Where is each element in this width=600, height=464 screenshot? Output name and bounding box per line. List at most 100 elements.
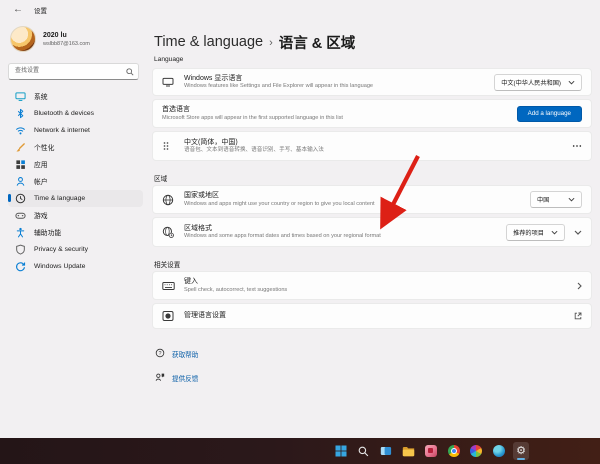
- shield-icon: [15, 244, 26, 255]
- more-options-icon[interactable]: [572, 144, 582, 148]
- regional-format-card: 区域格式 Windows and some apps format dates …: [152, 217, 592, 247]
- sidebar-item-label: Time & language: [34, 195, 85, 202]
- sidebar-item-label: 帐户: [34, 176, 48, 186]
- titlebar: ← 设置: [0, 0, 600, 20]
- update-arrows-icon: [15, 261, 26, 272]
- sidebar-item-label: Network & internet: [34, 127, 90, 134]
- display-language-select[interactable]: 中文(中华人民共和国): [494, 74, 582, 91]
- card-subtitle: Windows and some apps format dates and t…: [184, 233, 500, 240]
- installed-language-card: 中文(简体，中国) 语音包、文本到语音转换、语音识别、手写、基本输入法: [152, 131, 592, 161]
- feedback-icon: [155, 369, 165, 387]
- gamepad-icon: [15, 210, 26, 221]
- breadcrumb-separator-icon: ›: [269, 36, 273, 49]
- language-item-features: 语音包、文本到语音转换、语音识别、手写、基本输入法: [184, 147, 566, 154]
- display-language-card: Windows 显示语言 Windows features like Setti…: [152, 68, 592, 96]
- file-explorer-icon[interactable]: [401, 442, 417, 460]
- user-name: 2020 lu: [43, 31, 90, 41]
- sidebar-item-gaming[interactable]: 游戏: [8, 207, 143, 224]
- taskbar-icons: ⚙: [333, 442, 529, 460]
- sidebar-item-accessibility[interactable]: 辅助功能: [8, 224, 143, 241]
- sidebar-item-label: Windows Update: [34, 263, 85, 270]
- card-subtitle: Microsoft Store apps will appear in the …: [162, 115, 511, 122]
- country-region-card: 国家或地区 Windows and apps might use your co…: [152, 185, 592, 214]
- globe-icon: [162, 194, 184, 206]
- keyboard-icon: [162, 281, 184, 291]
- card-title: 首选语言: [162, 105, 511, 114]
- sidebar-item-time-language[interactable]: Time & language: [8, 190, 143, 207]
- sidebar-item-personalization[interactable]: 个性化: [8, 139, 143, 156]
- section-label-language: Language: [154, 56, 592, 65]
- avatar: [10, 26, 36, 52]
- select-value: 中文(中华人民共和国): [501, 78, 561, 87]
- apps-grid-icon: [15, 159, 26, 170]
- sidebar-item-privacy-security[interactable]: Privacy & security: [8, 241, 143, 258]
- sidebar: 2020 lu wslbb87@163.com 系统 Bluetooth & d…: [0, 20, 148, 438]
- search-icon: [126, 63, 134, 81]
- wifi-icon: [15, 125, 26, 136]
- add-language-button[interactable]: Add a language: [517, 106, 582, 122]
- card-title: 管理语言设置: [184, 311, 568, 320]
- breadcrumb-root[interactable]: Time & language: [154, 34, 263, 50]
- window-title: 设置: [34, 5, 47, 15]
- language-item-title: 中文(简体，中国): [184, 138, 566, 147]
- sidebar-item-label: 应用: [34, 159, 48, 169]
- search-box: [8, 59, 139, 80]
- task-view-icon[interactable]: [378, 442, 394, 460]
- clock-icon: [15, 193, 26, 204]
- start-button[interactable]: [333, 442, 349, 460]
- breadcrumb: Time & language › 语言 & 区域: [152, 32, 592, 52]
- taskbar-search-icon[interactable]: [356, 442, 372, 460]
- card-subtitle: Windows and apps might use your country …: [184, 201, 524, 208]
- regional-format-globe-icon: [162, 226, 184, 238]
- get-help-link[interactable]: ? 获取帮助: [155, 345, 592, 363]
- taskbar: ⚙: [0, 438, 600, 464]
- user-profile[interactable]: 2020 lu wslbb87@163.com: [8, 24, 143, 54]
- expand-chevron-icon[interactable]: [574, 230, 582, 235]
- media-app-icon[interactable]: [423, 442, 439, 460]
- chevron-down-icon: [568, 197, 575, 202]
- preferred-languages-card: 首选语言 Microsoft Store apps will appear in…: [152, 99, 592, 128]
- external-link-icon: [574, 307, 582, 325]
- paint3d-app-icon[interactable]: [491, 442, 507, 460]
- sidebar-item-accounts[interactable]: 帐户: [8, 173, 143, 190]
- photos-app-icon[interactable]: [468, 442, 484, 460]
- select-value: 推荐的项目: [513, 228, 544, 237]
- card-title: Windows 显示语言: [184, 74, 488, 83]
- settings-gear-icon[interactable]: ⚙: [513, 442, 529, 460]
- sidebar-item-label: 游戏: [34, 210, 48, 220]
- card-subtitle: Spell check, autocorrect, text suggestio…: [184, 287, 571, 294]
- regional-format-select[interactable]: 推荐的项目: [506, 224, 565, 241]
- drag-handle-icon[interactable]: [162, 140, 184, 152]
- chevron-down-icon: [568, 80, 575, 85]
- user-email: wslbb87@163.com: [43, 41, 90, 47]
- section-label-region: 区域: [154, 173, 592, 182]
- sidebar-item-label: 个性化: [34, 142, 54, 152]
- select-value: 中国: [537, 195, 549, 204]
- send-feedback-link[interactable]: 提供反馈: [155, 369, 592, 387]
- sidebar-item-system[interactable]: 系统: [8, 88, 143, 105]
- account-person-icon: [15, 176, 26, 187]
- sidebar-item-label: 系统: [34, 91, 48, 101]
- get-help-label: 获取帮助: [172, 349, 198, 359]
- admin-language-settings-card[interactable]: 管理语言设置: [152, 303, 592, 329]
- sidebar-item-apps[interactable]: 应用: [8, 156, 143, 173]
- search-input[interactable]: [8, 63, 139, 80]
- help-icon: ?: [155, 345, 165, 363]
- sidebar-item-windows-update[interactable]: Windows Update: [8, 258, 143, 275]
- sidebar-item-label: 辅助功能: [34, 227, 61, 237]
- sidebar-item-bluetooth-devices[interactable]: Bluetooth & devices: [8, 105, 143, 122]
- monitor-icon: [162, 76, 184, 88]
- sidebar-item-network-internet[interactable]: Network & internet: [8, 122, 143, 139]
- card-title: 国家或地区: [184, 191, 524, 200]
- main-content: Time & language › 语言 & 区域 Language Windo…: [148, 20, 600, 438]
- chevron-right-icon: [577, 277, 582, 295]
- typing-card[interactable]: 键入 Spell check, autocorrect, text sugges…: [152, 271, 592, 300]
- chrome-browser-icon[interactable]: [446, 442, 462, 460]
- svg-text:?: ?: [158, 351, 161, 357]
- page-title: 语言 & 区域: [279, 32, 356, 53]
- country-select[interactable]: 中国: [530, 191, 582, 208]
- send-feedback-label: 提供反馈: [172, 373, 198, 383]
- back-icon[interactable]: ←: [13, 5, 23, 15]
- personalization-brush-icon: [15, 142, 26, 153]
- accessibility-person-icon: [15, 227, 26, 238]
